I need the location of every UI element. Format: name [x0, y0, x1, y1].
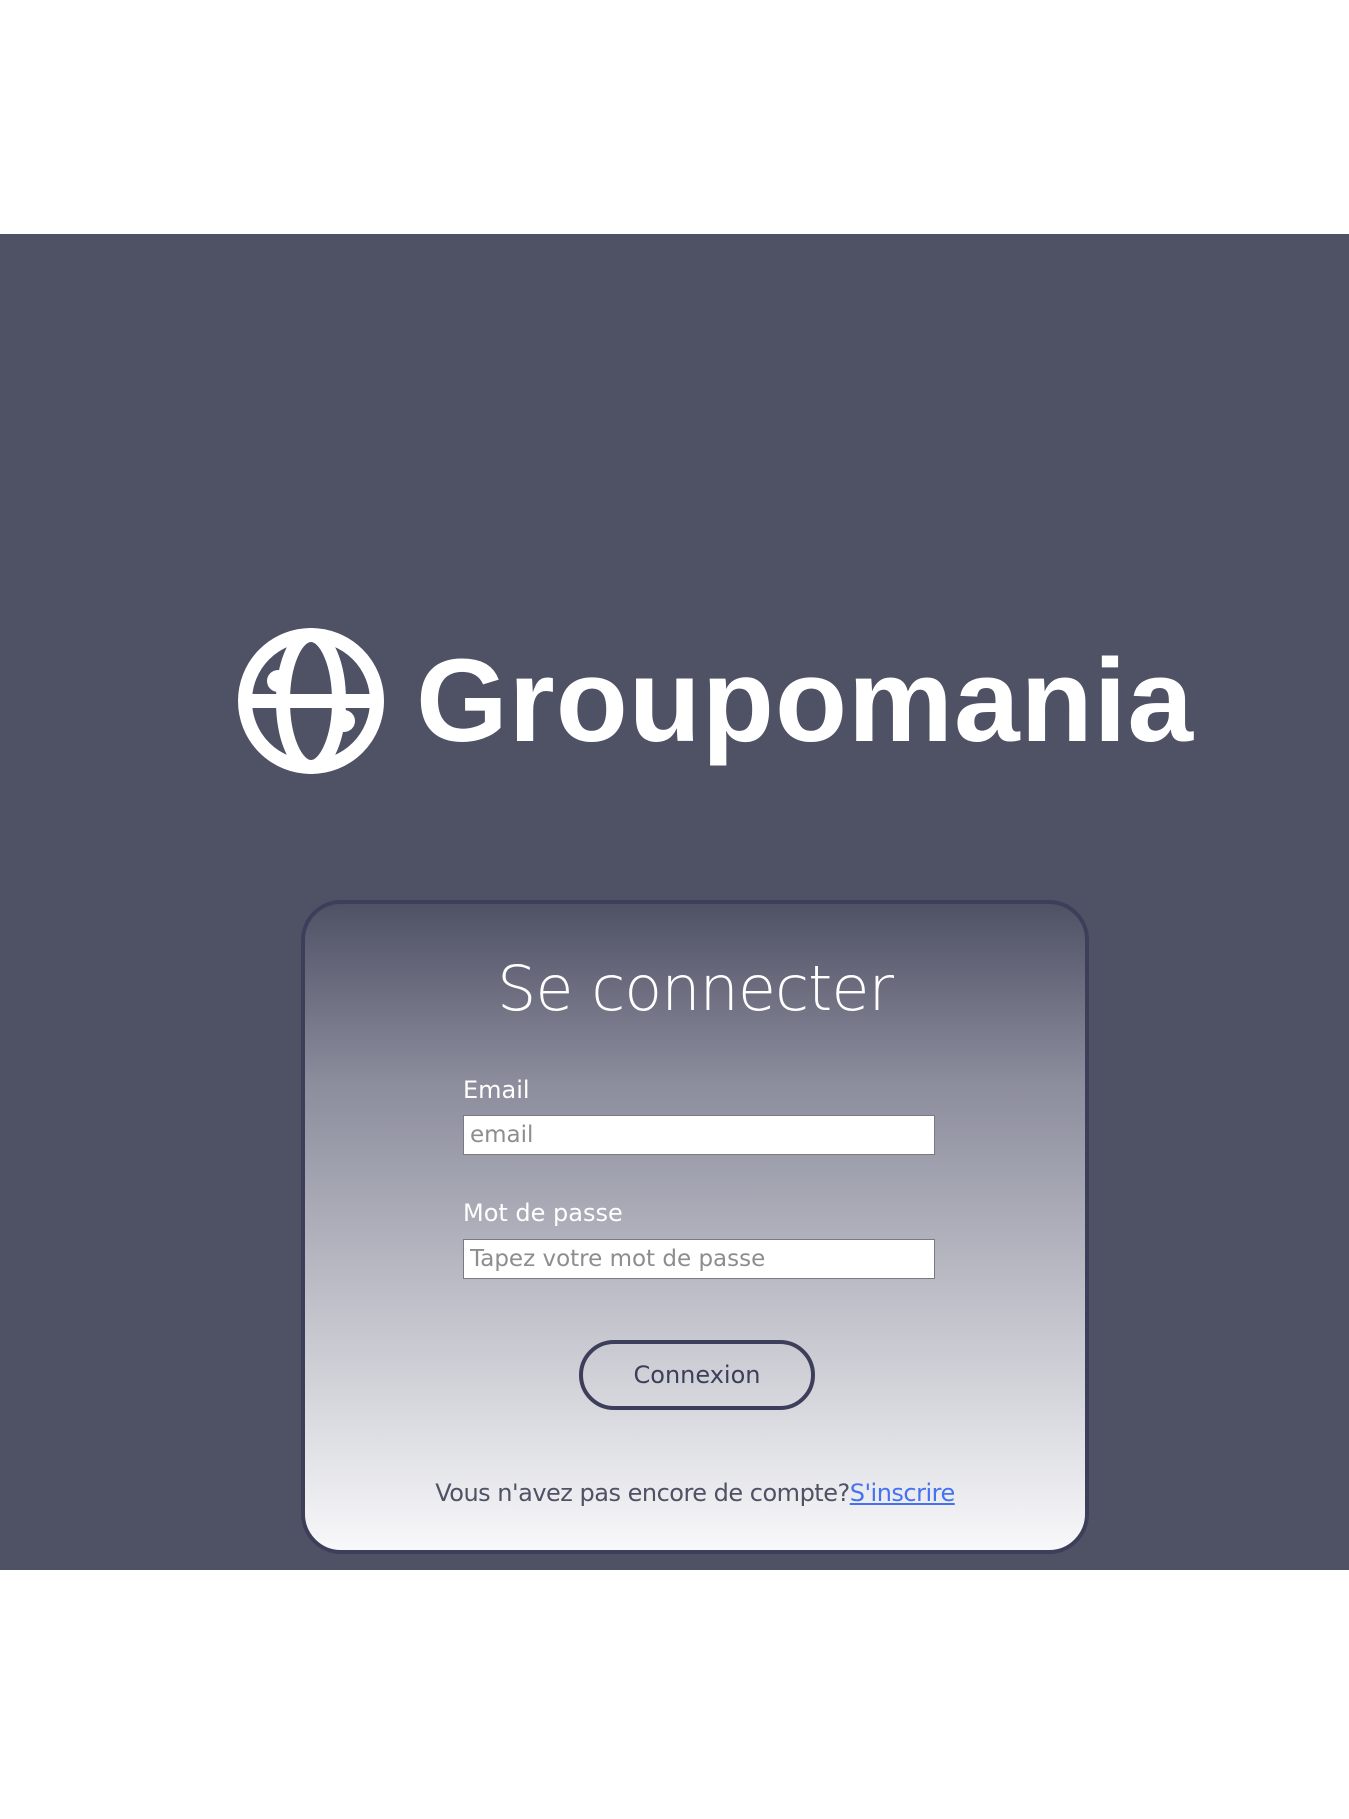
login-card: Se connecter Email Mot de passe Connexio…	[301, 900, 1089, 1554]
brand-logo: Groupomania	[236, 621, 1193, 781]
login-title: Se connecter	[497, 952, 894, 1025]
signup-prompt-line: Vous n'avez pas encore de compte?S'inscr…	[305, 1479, 1085, 1507]
email-field[interactable]	[463, 1115, 935, 1155]
globe-icon	[238, 628, 384, 774]
signup-link[interactable]: S'inscrire	[850, 1479, 956, 1507]
brand-name: Groupomania	[416, 635, 1195, 767]
signup-prompt: Vous n'avez pas encore de compte?	[435, 1479, 850, 1507]
password-field[interactable]	[463, 1239, 935, 1279]
main-panel: Groupomania Se connecter Email Mot de pa…	[0, 234, 1349, 1570]
email-label: Email	[463, 1076, 530, 1104]
login-button[interactable]: Connexion	[579, 1340, 815, 1410]
password-label: Mot de passe	[463, 1199, 623, 1227]
